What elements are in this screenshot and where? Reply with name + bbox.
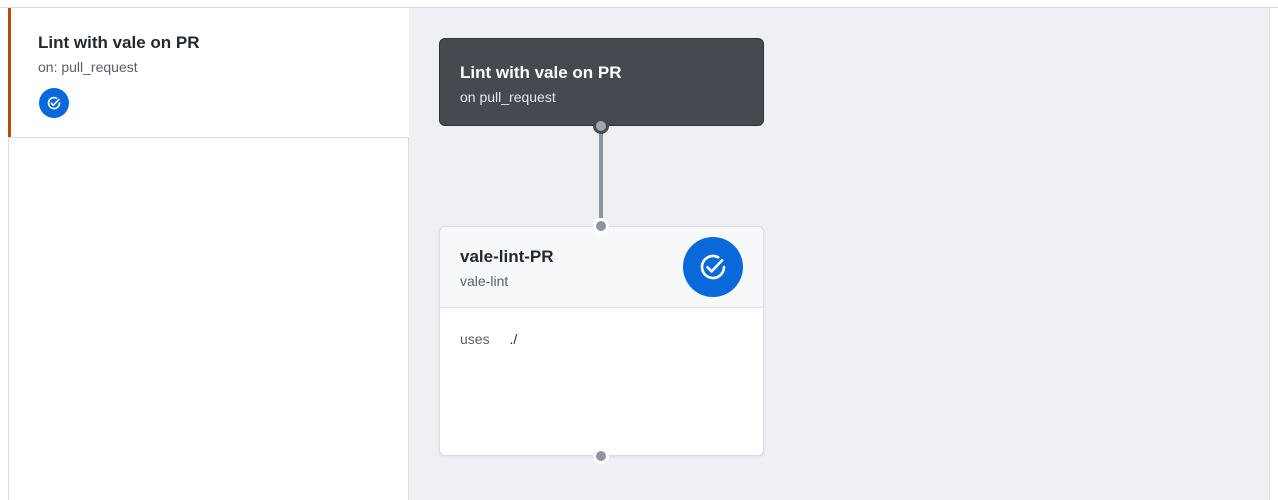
sidebar-workflow-title[interactable]: Lint with vale on PR <box>38 33 200 53</box>
job-step-key: uses <box>460 331 490 347</box>
trigger-node[interactable]: Lint with vale on PR on pull_request <box>439 38 764 126</box>
trigger-output-port <box>593 118 609 134</box>
selected-accent-bar <box>8 8 11 137</box>
sidebar: Lint with vale on PR on: pull_request <box>8 8 409 500</box>
job-node-header[interactable]: vale-lint-PR vale-lint <box>440 227 763 308</box>
job-input-port <box>593 218 609 234</box>
check-circle-icon <box>683 237 743 297</box>
job-node-title[interactable]: vale-lint-PR <box>460 247 554 267</box>
job-step-value: ./ <box>509 331 518 347</box>
workflow-viewer: Lint with vale on PR on: pull_request Li… <box>0 0 1278 500</box>
job-node-subtitle: vale-lint <box>460 273 509 289</box>
trigger-node-title: Lint with vale on PR <box>460 63 622 82</box>
trigger-node-subtitle: on pull_request <box>460 89 556 105</box>
edge-connector <box>599 126 603 218</box>
job-node[interactable]: vale-lint-PR vale-lint uses ./ <box>439 226 764 456</box>
job-output-port <box>593 448 609 464</box>
sidebar-workflow-trigger: on: pull_request <box>38 59 138 75</box>
job-step-row: uses ./ <box>460 331 517 347</box>
check-circle-icon <box>39 88 69 118</box>
sidebar-workflow-card[interactable]: Lint with vale on PR on: pull_request <box>8 8 409 138</box>
